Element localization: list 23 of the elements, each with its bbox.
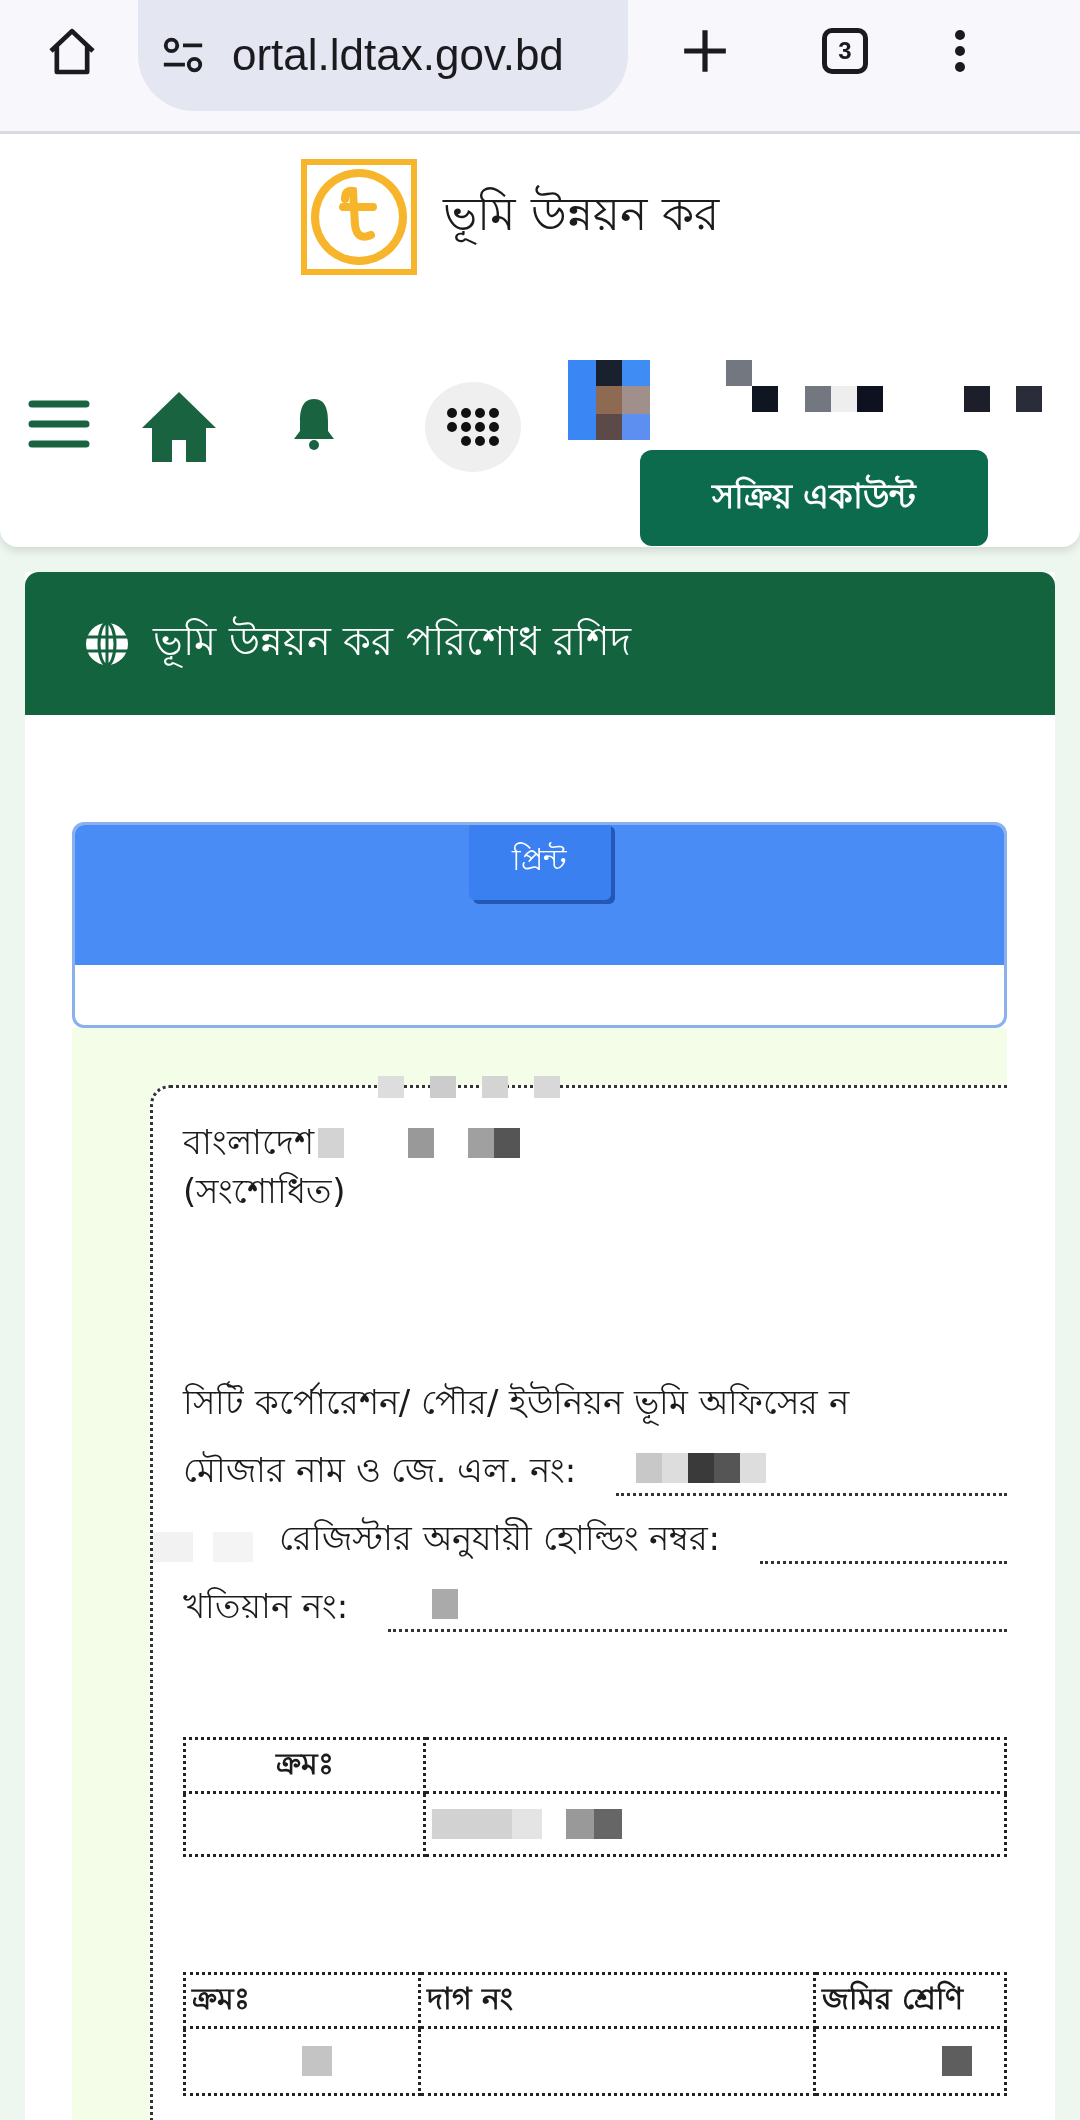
receipt-heading: (সংশোধিত) — [183, 1170, 347, 1214]
site-title: ভূমি উন্নয়ন কর — [443, 179, 719, 255]
menu-icon[interactable] — [28, 398, 90, 450]
home-icon[interactable] — [140, 390, 218, 462]
table-header-cell: ক্রমঃ — [184, 1973, 420, 2028]
taka-coin-logo-icon — [301, 159, 418, 275]
field-label: মৌজার নাম ও জে. এল. নং: — [183, 1449, 577, 1493]
field-label: রেজিস্টার অনুযায়ী হোল্ডিং নম্বর: — [279, 1516, 720, 1561]
address-bar[interactable]: ortal.ldtax.gov.bd — [138, 0, 628, 111]
pixelated-area — [302, 2045, 332, 2076]
card-title: ভূমি উন্নয়ন কর পরিশোধ রশিদ — [153, 610, 631, 677]
table-header-cell: দাগ নং — [419, 1973, 815, 2028]
pixelated-area — [942, 2045, 972, 2076]
table-header-cell: ক্রমঃ — [184, 1738, 425, 1793]
url-text: ortal.ldtax.gov.bd — [232, 29, 564, 80]
pixelated-area — [432, 1588, 459, 1619]
active-account-button[interactable]: সক্রিয় একাউন্ট — [640, 450, 988, 546]
table-header-cell: জমির শ্রেণি — [814, 1973, 1006, 2028]
receipt-heading: বাংলাদেশ — [183, 1121, 314, 1164]
field-label: খতিয়ান নং: — [183, 1585, 349, 1629]
field-label: সিটি কর্পোরেশন/ পৌর/ ইউনিয়ন ভূমি অফিসের ন — [183, 1378, 849, 1428]
grid-icon — [446, 407, 500, 447]
tab-count-button[interactable]: 3 — [822, 27, 868, 74]
